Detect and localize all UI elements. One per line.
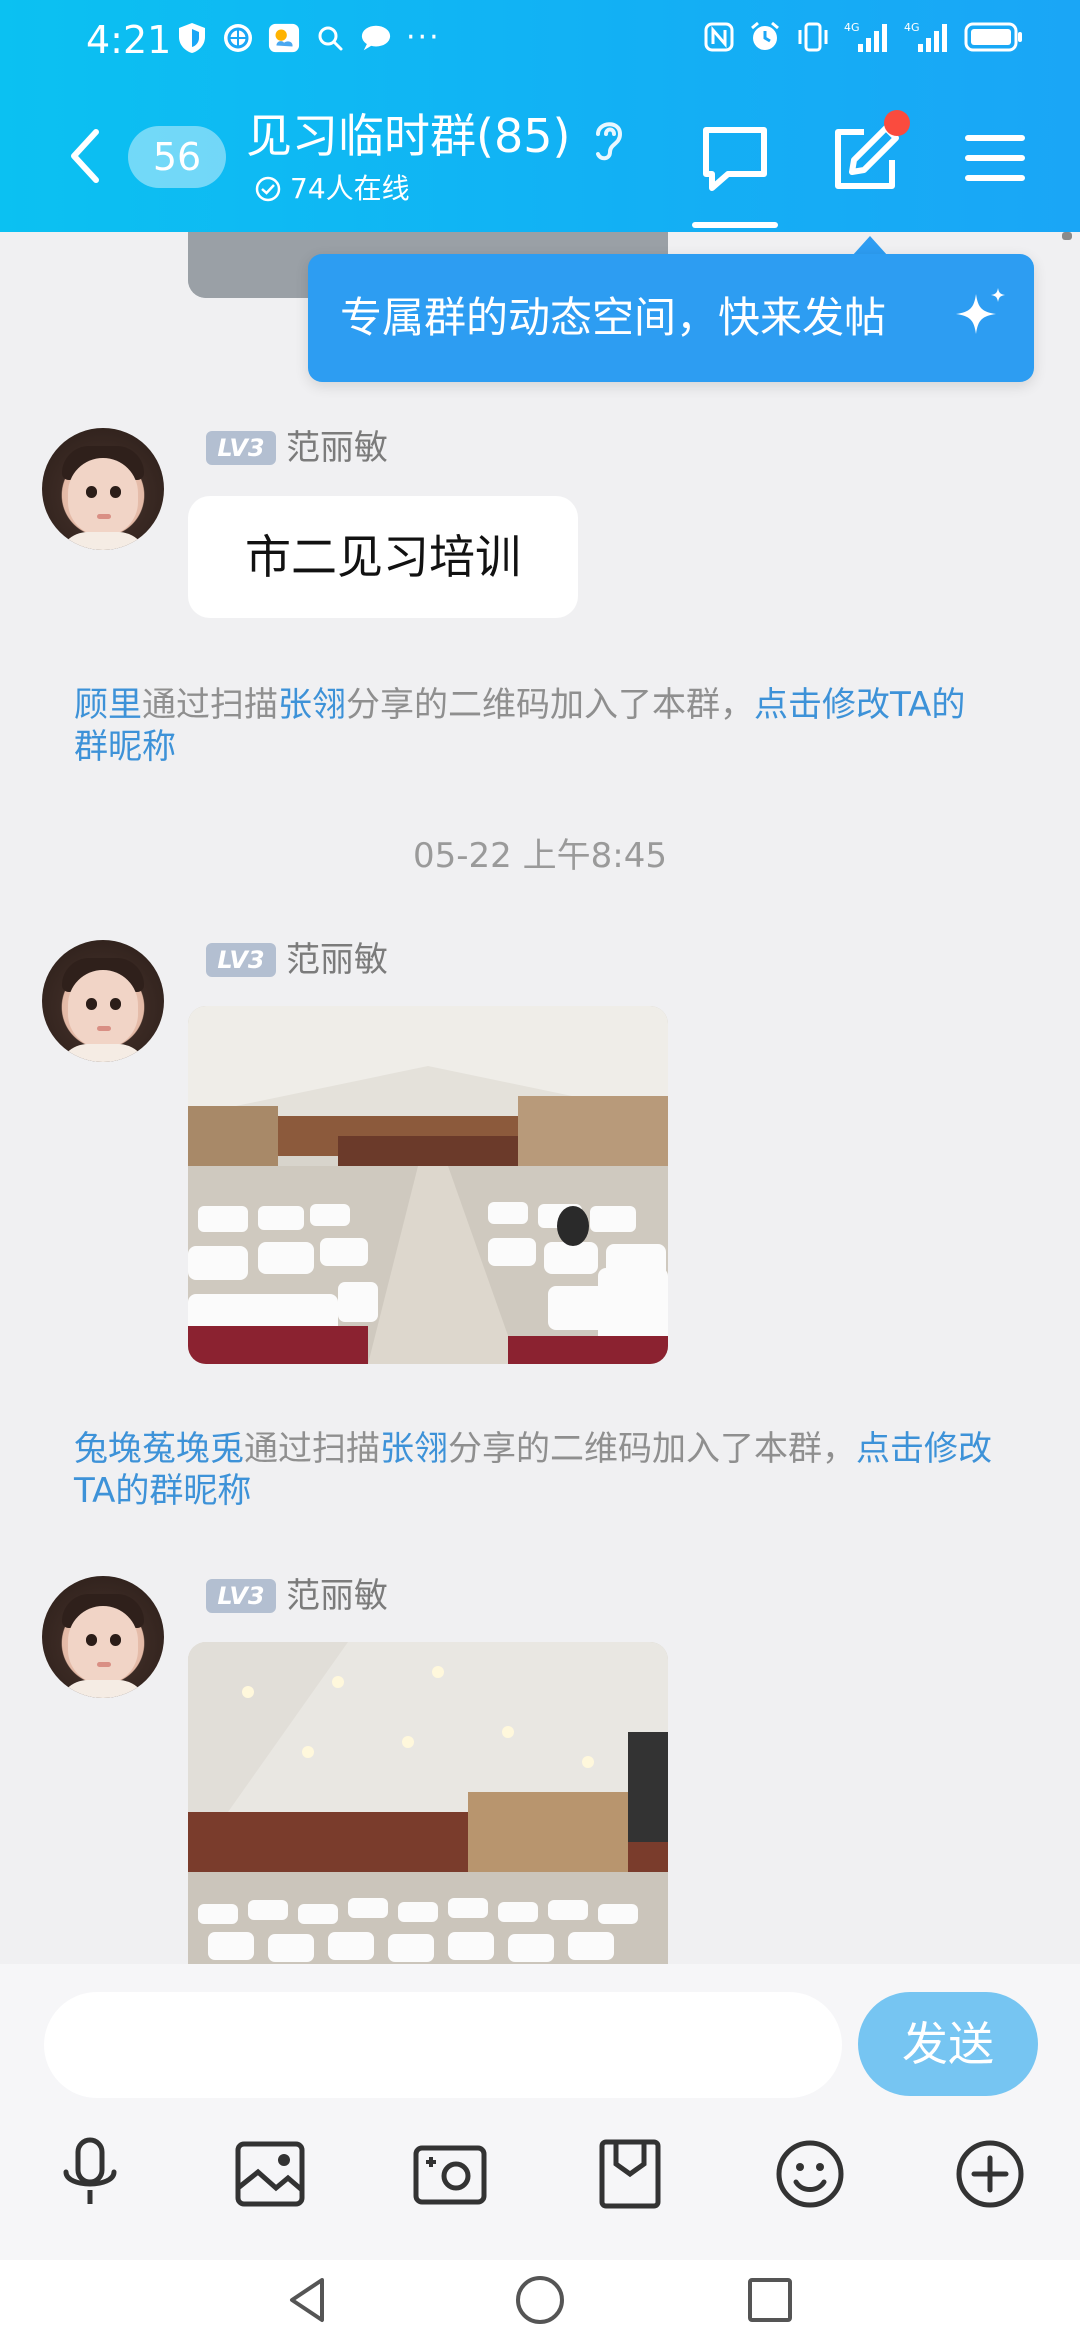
file-button[interactable] bbox=[590, 2134, 670, 2214]
menu-button[interactable] bbox=[962, 128, 1028, 188]
alarm-icon bbox=[751, 21, 779, 50]
system-text: 通过扫描 bbox=[142, 685, 278, 725]
back-icon bbox=[290, 2278, 324, 2322]
level-badge: LV3 bbox=[206, 943, 276, 977]
file-icon bbox=[599, 2139, 661, 2209]
member-name-link[interactable]: 顾里 bbox=[74, 685, 142, 725]
avatar[interactable] bbox=[42, 428, 164, 550]
sparkle-icon bbox=[956, 288, 1005, 334]
emoji-icon bbox=[776, 2140, 844, 2208]
signal-4g-icon: 4G bbox=[904, 21, 947, 52]
chat-tab-button[interactable] bbox=[698, 122, 772, 196]
unread-count-badge[interactable]: 56 bbox=[128, 126, 226, 188]
emoji-button[interactable] bbox=[770, 2134, 850, 2214]
system-message: 兔堍菟堍兎通过扫描张翎分享的二维码加入了本群，点击修改TA的群昵称 bbox=[74, 1428, 994, 1512]
group-title[interactable]: 见习临时群(85) bbox=[246, 108, 570, 164]
sender-name: 范丽敏 bbox=[286, 428, 388, 468]
plus-icon bbox=[956, 2140, 1024, 2208]
camera-button[interactable] bbox=[410, 2134, 490, 2214]
system-message: 顾里通过扫描张翎分享的二维码加入了本群，点击修改TA的群昵称 bbox=[74, 684, 994, 768]
message-input[interactable] bbox=[44, 1992, 842, 2098]
sharer-name-link[interactable]: 张翎 bbox=[380, 1429, 448, 1469]
weather-icon bbox=[268, 22, 300, 54]
system-back-button[interactable] bbox=[280, 2272, 336, 2328]
tooltip-arrow bbox=[852, 236, 888, 256]
level-badge: LV3 bbox=[206, 1579, 276, 1613]
online-status: 74人在线 bbox=[254, 172, 410, 206]
chat-header: 4:21 ··· 4G 4G 56 见习临时群(85) 74人在线 bbox=[0, 0, 1080, 232]
active-tab-indicator bbox=[692, 222, 778, 228]
check-circle-icon bbox=[255, 176, 281, 202]
avatar[interactable] bbox=[42, 940, 164, 1062]
svg-text:4G: 4G bbox=[844, 21, 860, 34]
sender-name: 范丽敏 bbox=[286, 1576, 388, 1616]
system-nav-bar bbox=[0, 2260, 1080, 2340]
scrollbar[interactable] bbox=[1062, 232, 1072, 240]
image-icon bbox=[235, 2141, 305, 2207]
level-badge: LV3 bbox=[206, 431, 276, 465]
nfc-icon bbox=[704, 22, 734, 52]
battery-icon bbox=[964, 22, 1022, 52]
time-separator: 05-22 上午8:45 bbox=[413, 836, 667, 876]
menu-icon bbox=[965, 135, 1025, 181]
signal-4g-icon: 4G bbox=[844, 21, 887, 52]
input-bar: 发送 bbox=[0, 1964, 1080, 2260]
mic-icon bbox=[63, 2137, 117, 2204]
more-notifications: ··· bbox=[406, 20, 441, 55]
status-icons-right: 4G 4G bbox=[704, 20, 1024, 54]
post-tooltip[interactable]: 专属群的动态空间，快来发帖 bbox=[308, 254, 1034, 382]
online-count-text: 74人在线 bbox=[290, 172, 410, 205]
system-recents-button[interactable] bbox=[742, 2272, 798, 2328]
status-time: 4:21 bbox=[86, 18, 172, 62]
ear-icon[interactable] bbox=[588, 114, 628, 164]
camera-icon bbox=[413, 2145, 487, 2205]
status-icons-left: ··· bbox=[176, 22, 441, 54]
sharer-name-link[interactable]: 张翎 bbox=[278, 685, 346, 725]
system-home-button[interactable] bbox=[512, 2272, 568, 2328]
image-button[interactable] bbox=[230, 2134, 310, 2214]
sender-name: 范丽敏 bbox=[286, 940, 388, 980]
home-icon bbox=[516, 2276, 564, 2324]
chat-bubble-icon bbox=[703, 127, 767, 191]
system-text: 通过扫描 bbox=[244, 1429, 380, 1469]
chevron-left-icon bbox=[71, 129, 99, 183]
status-bar: 4:21 ··· 4G 4G bbox=[0, 0, 1080, 80]
nav-bar: 56 见习临时群(85) 74人在线 bbox=[0, 80, 1080, 232]
chat-image[interactable] bbox=[188, 1006, 668, 1364]
member-name-link[interactable]: 兔堍菟堍兎 bbox=[74, 1429, 244, 1469]
sender-info[interactable]: LV3 范丽敏 bbox=[206, 940, 388, 980]
shield-icon bbox=[176, 22, 208, 54]
vibrate-icon bbox=[798, 22, 828, 52]
back-button[interactable] bbox=[58, 120, 114, 192]
tooltip-text: 专属群的动态空间，快来发帖 bbox=[340, 293, 887, 342]
sender-info[interactable]: LV3 范丽敏 bbox=[206, 428, 388, 468]
svg-text:4G: 4G bbox=[904, 21, 920, 34]
message-icon bbox=[360, 22, 392, 54]
sender-info[interactable]: LV3 范丽敏 bbox=[206, 1576, 388, 1616]
avatar[interactable] bbox=[42, 1576, 164, 1698]
system-text: 分享的二维码加入了本群， bbox=[346, 685, 754, 725]
message-bubble[interactable]: 市二见习培训 bbox=[188, 496, 578, 618]
browser-icon bbox=[222, 22, 254, 54]
input-toolbar bbox=[0, 2116, 1080, 2226]
more-button[interactable] bbox=[950, 2134, 1030, 2214]
chat-image[interactable] bbox=[188, 1642, 668, 1964]
notification-dot bbox=[884, 110, 910, 136]
search-icon bbox=[314, 22, 346, 54]
system-text: 分享的二维码加入了本群， bbox=[448, 1429, 856, 1469]
voice-button[interactable] bbox=[50, 2134, 130, 2214]
recents-icon bbox=[748, 2278, 792, 2322]
send-button[interactable]: 发送 bbox=[858, 1992, 1038, 2096]
